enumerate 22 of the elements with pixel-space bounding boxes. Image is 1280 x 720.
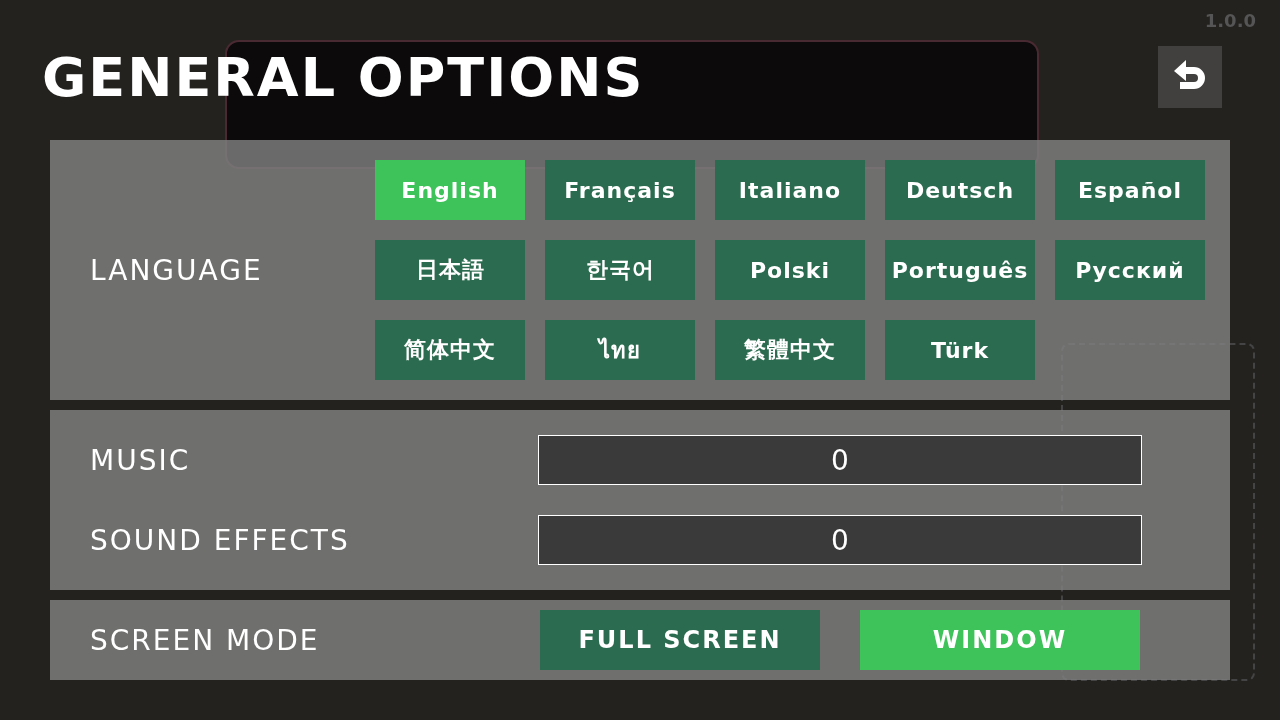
language-button[interactable]: Italiano <box>715 160 865 220</box>
language-button[interactable]: Português <box>885 240 1035 300</box>
language-button[interactable]: Русский <box>1055 240 1205 300</box>
language-button[interactable]: 日本語 <box>375 240 525 300</box>
page-title: GENERAL OPTIONS <box>42 45 645 109</box>
volume-label: MUSIC <box>89 443 192 477</box>
language-button[interactable]: Français <box>545 160 695 220</box>
language-button[interactable]: 繁體中文 <box>715 320 865 380</box>
language-label: LANGUAGE <box>89 253 264 287</box>
language-button[interactable]: 한국어 <box>545 240 695 300</box>
back-button[interactable] <box>1158 46 1222 108</box>
language-button[interactable]: ไทย <box>545 320 695 380</box>
language-button[interactable]: Polski <box>715 240 865 300</box>
volume-field[interactable]: 0 <box>538 515 1142 565</box>
screen-mode-button[interactable]: FULL SCREEN <box>540 610 820 670</box>
volume-label: SOUND EFFECTS <box>89 523 351 557</box>
language-button[interactable]: 简体中文 <box>375 320 525 380</box>
language-button[interactable]: Deutsch <box>885 160 1035 220</box>
language-button[interactable]: Español <box>1055 160 1205 220</box>
volume-field[interactable]: 0 <box>538 435 1142 485</box>
language-button[interactable]: Türk <box>885 320 1035 380</box>
screen-mode-label: SCREEN MODE <box>89 623 321 657</box>
